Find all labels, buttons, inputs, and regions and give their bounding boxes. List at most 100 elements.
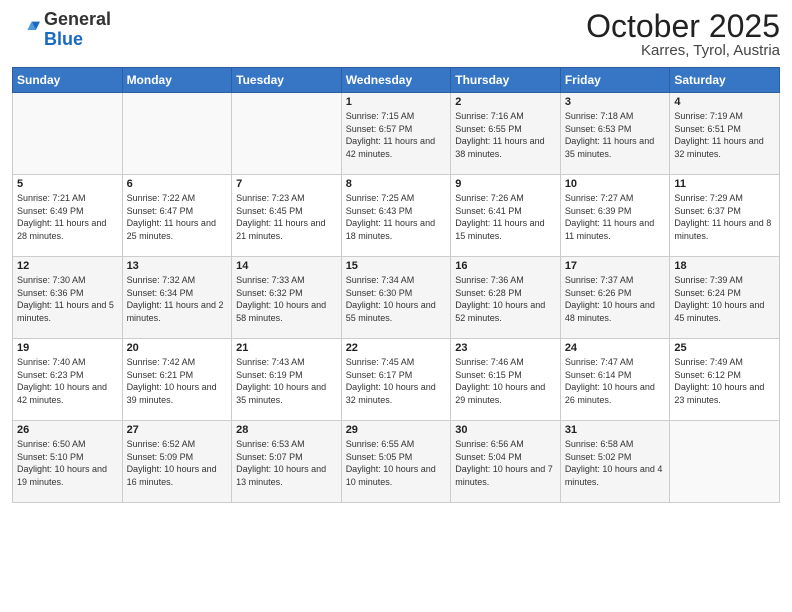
calendar-cell: 4 Sunrise: 7:19 AM Sunset: 6:51 PM Daylig…: [670, 93, 780, 175]
day-info: Sunrise: 7:18 AM Sunset: 6:53 PM Dayligh…: [565, 110, 666, 160]
day-number: 26: [17, 424, 118, 436]
day-number: 8: [346, 178, 447, 190]
logo-general: General: [44, 9, 111, 29]
day-info: Sunrise: 7:29 AM Sunset: 6:37 PM Dayligh…: [674, 192, 775, 242]
calendar-cell: 18Sunrise: 7:39 AM Sunset: 6:24 PM Dayli…: [670, 257, 780, 339]
calendar-cell: 13 Sunrise: 7:32 AM Sunset: 6:34 PM Dayli…: [122, 257, 232, 339]
day-info: Sunrise: 7:25 AM Sunset: 6:43 PM Dayligh…: [346, 192, 447, 242]
day-info: Sunrise: 7:49 AM Sunset: 6:12 PM Dayligh…: [674, 356, 775, 406]
day-info: Sunrise: 7:40 AM Sunset: 6:23 PM Dayligh…: [17, 356, 118, 406]
calendar-cell: [670, 421, 780, 503]
calendar-cell: 30Sunrise: 6:56 AM Sunset: 5:04 PM Dayli…: [451, 421, 561, 503]
day-info: Sunrise: 7:47 AM Sunset: 6:14 PM Dayligh…: [565, 356, 666, 406]
calendar-body: 1 Sunrise: 7:15 AM Sunset: 6:57 PM Daylig…: [13, 93, 780, 503]
calendar-header: SundayMondayTuesdayWednesdayThursdayFrid…: [13, 68, 780, 93]
day-number: 24: [565, 342, 666, 354]
day-number: 14: [236, 260, 337, 272]
calendar-cell: 8 Sunrise: 7:25 AM Sunset: 6:43 PM Daylig…: [341, 175, 451, 257]
day-number: 17: [565, 260, 666, 272]
week-row-3: 12Sunrise: 7:30 AM Sunset: 6:36 PM Dayli…: [13, 257, 780, 339]
calendar-cell: 31 Sunrise: 6:58 AM Sunset: 5:02 PM Dayli…: [560, 421, 670, 503]
calendar-cell: [13, 93, 123, 175]
day-info: Sunrise: 7:15 AM Sunset: 6:57 PM Dayligh…: [346, 110, 447, 160]
day-info: Sunrise: 7:32 AM Sunset: 6:34 PM Dayligh…: [127, 274, 228, 324]
day-number: 20: [127, 342, 228, 354]
day-info: Sunrise: 7:36 AM Sunset: 6:28 PM Dayligh…: [455, 274, 556, 324]
day-number: 12: [17, 260, 118, 272]
title-block: October 2025 Karres, Tyrol, Austria: [586, 10, 780, 59]
day-info: Sunrise: 6:58 AM Sunset: 5:02 PM Dayligh…: [565, 438, 666, 488]
calendar-table: SundayMondayTuesdayWednesdayThursdayFrid…: [12, 67, 780, 503]
day-header-wednesday: Wednesday: [341, 68, 451, 93]
calendar-cell: 24 Sunrise: 7:47 AM Sunset: 6:14 PM Dayli…: [560, 339, 670, 421]
calendar-cell: 27Sunrise: 6:52 AM Sunset: 5:09 PM Dayli…: [122, 421, 232, 503]
day-number: 1: [346, 96, 447, 108]
logo-text: General Blue: [44, 10, 111, 50]
day-number: 3: [565, 96, 666, 108]
logo-blue: Blue: [44, 29, 83, 49]
day-number: 11: [674, 178, 775, 190]
calendar-cell: 22Sunrise: 7:45 AM Sunset: 6:17 PM Dayli…: [341, 339, 451, 421]
day-info: Sunrise: 7:27 AM Sunset: 6:39 PM Dayligh…: [565, 192, 666, 242]
day-number: 4: [674, 96, 775, 108]
day-info: Sunrise: 7:21 AM Sunset: 6:49 PM Dayligh…: [17, 192, 118, 242]
day-info: Sunrise: 7:16 AM Sunset: 6:55 PM Dayligh…: [455, 110, 556, 160]
week-row-1: 1 Sunrise: 7:15 AM Sunset: 6:57 PM Daylig…: [13, 93, 780, 175]
calendar-cell: 11 Sunrise: 7:29 AM Sunset: 6:37 PM Dayli…: [670, 175, 780, 257]
day-header-monday: Monday: [122, 68, 232, 93]
day-info: Sunrise: 7:22 AM Sunset: 6:47 PM Dayligh…: [127, 192, 228, 242]
header: General Blue October 2025 Karres, Tyrol,…: [12, 10, 780, 59]
calendar-cell: 20 Sunrise: 7:42 AM Sunset: 6:21 PM Dayli…: [122, 339, 232, 421]
day-number: 25: [674, 342, 775, 354]
day-info: Sunrise: 7:26 AM Sunset: 6:41 PM Dayligh…: [455, 192, 556, 242]
day-number: 21: [236, 342, 337, 354]
day-info: Sunrise: 7:39 AM Sunset: 6:24 PM Dayligh…: [674, 274, 775, 324]
day-number: 19: [17, 342, 118, 354]
day-info: Sunrise: 7:37 AM Sunset: 6:26 PM Dayligh…: [565, 274, 666, 324]
day-number: 31: [565, 424, 666, 436]
calendar-cell: 17 Sunrise: 7:37 AM Sunset: 6:26 PM Dayli…: [560, 257, 670, 339]
calendar-cell: 23Sunrise: 7:46 AM Sunset: 6:15 PM Dayli…: [451, 339, 561, 421]
day-number: 5: [17, 178, 118, 190]
calendar-cell: [232, 93, 342, 175]
day-header-friday: Friday: [560, 68, 670, 93]
calendar-cell: 10Sunrise: 7:27 AM Sunset: 6:39 PM Dayli…: [560, 175, 670, 257]
calendar-cell: 1 Sunrise: 7:15 AM Sunset: 6:57 PM Daylig…: [341, 93, 451, 175]
calendar-cell: 19 Sunrise: 7:40 AM Sunset: 6:23 PM Dayli…: [13, 339, 123, 421]
calendar-cell: 15Sunrise: 7:34 AM Sunset: 6:30 PM Dayli…: [341, 257, 451, 339]
day-number: 22: [346, 342, 447, 354]
calendar-cell: 2Sunrise: 7:16 AM Sunset: 6:55 PM Daylig…: [451, 93, 561, 175]
week-row-5: 26 Sunrise: 6:50 AM Sunset: 5:10 PM Dayli…: [13, 421, 780, 503]
calendar-cell: 6 Sunrise: 7:22 AM Sunset: 6:47 PM Daylig…: [122, 175, 232, 257]
day-header-thursday: Thursday: [451, 68, 561, 93]
day-number: 9: [455, 178, 556, 190]
calendar-cell: 16 Sunrise: 7:36 AM Sunset: 6:28 PM Dayli…: [451, 257, 561, 339]
calendar-cell: 9 Sunrise: 7:26 AM Sunset: 6:41 PM Daylig…: [451, 175, 561, 257]
day-number: 16: [455, 260, 556, 272]
calendar-cell: 14 Sunrise: 7:33 AM Sunset: 6:32 PM Dayli…: [232, 257, 342, 339]
day-number: 27: [127, 424, 228, 436]
day-info: Sunrise: 6:55 AM Sunset: 5:05 PM Dayligh…: [346, 438, 447, 488]
calendar-cell: 3 Sunrise: 7:18 AM Sunset: 6:53 PM Daylig…: [560, 93, 670, 175]
calendar-cell: 7Sunrise: 7:23 AM Sunset: 6:45 PM Daylig…: [232, 175, 342, 257]
day-info: Sunrise: 7:19 AM Sunset: 6:51 PM Dayligh…: [674, 110, 775, 160]
day-header-sunday: Sunday: [13, 68, 123, 93]
calendar-cell: 25 Sunrise: 7:49 AM Sunset: 6:12 PM Dayli…: [670, 339, 780, 421]
day-info: Sunrise: 7:33 AM Sunset: 6:32 PM Dayligh…: [236, 274, 337, 324]
day-number: 13: [127, 260, 228, 272]
day-info: Sunrise: 7:42 AM Sunset: 6:21 PM Dayligh…: [127, 356, 228, 406]
calendar-title: October 2025: [586, 10, 780, 42]
day-header-tuesday: Tuesday: [232, 68, 342, 93]
calendar-cell: 12Sunrise: 7:30 AM Sunset: 6:36 PM Dayli…: [13, 257, 123, 339]
day-header-saturday: Saturday: [670, 68, 780, 93]
page: General Blue October 2025 Karres, Tyrol,…: [0, 0, 792, 612]
day-info: Sunrise: 6:50 AM Sunset: 5:10 PM Dayligh…: [17, 438, 118, 488]
calendar-cell: 5 Sunrise: 7:21 AM Sunset: 6:49 PM Daylig…: [13, 175, 123, 257]
day-number: 6: [127, 178, 228, 190]
week-row-4: 19 Sunrise: 7:40 AM Sunset: 6:23 PM Dayli…: [13, 339, 780, 421]
calendar-cell: 28Sunrise: 6:53 AM Sunset: 5:07 PM Dayli…: [232, 421, 342, 503]
day-info: Sunrise: 6:56 AM Sunset: 5:04 PM Dayligh…: [455, 438, 556, 488]
calendar-cell: [122, 93, 232, 175]
logo-icon: [12, 16, 40, 44]
day-info: Sunrise: 6:53 AM Sunset: 5:07 PM Dayligh…: [236, 438, 337, 488]
